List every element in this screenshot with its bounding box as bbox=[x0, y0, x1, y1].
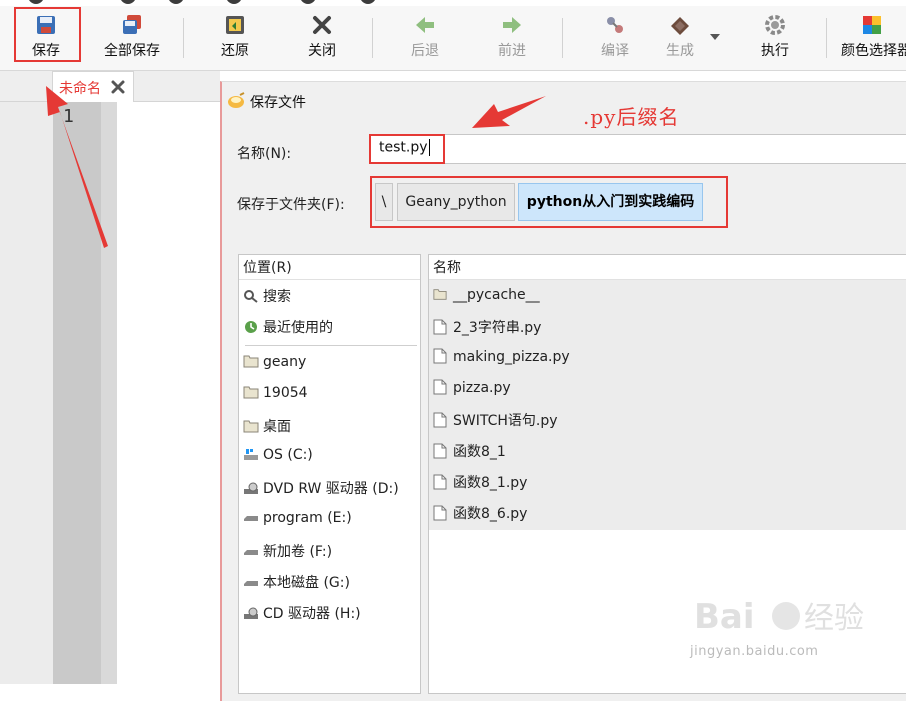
save-all-button-label: 全部保存 bbox=[104, 43, 160, 59]
file-name-label: 名称(N): bbox=[237, 146, 292, 162]
chevron-down-icon bbox=[710, 34, 720, 40]
back-button[interactable]: 后退 bbox=[394, 6, 456, 70]
toolbar-separator bbox=[826, 18, 827, 58]
save-folder-label: 保存于文件夹(F): bbox=[237, 197, 345, 213]
path-highlight-box bbox=[370, 176, 728, 228]
file-list-header-name[interactable]: 名称 bbox=[433, 257, 461, 277]
toolbar: 保存 全部保存 还原 关闭 后退 前进 编译 生成 执行 颜色选择器 bbox=[0, 6, 906, 71]
compile-button[interactable]: 编译 bbox=[584, 6, 646, 70]
file-icon bbox=[433, 443, 447, 459]
svg-text:经验: 经验 bbox=[804, 601, 864, 636]
tab-close-icon[interactable] bbox=[110, 79, 126, 95]
folder-icon bbox=[243, 355, 259, 368]
dialog-title: 保存文件 bbox=[250, 95, 306, 111]
places-header[interactable]: 位置(R) bbox=[243, 257, 292, 277]
revert-button[interactable]: 还原 bbox=[204, 6, 266, 70]
places-divider bbox=[245, 345, 417, 346]
close-button[interactable]: 关闭 bbox=[290, 6, 354, 70]
place-search[interactable]: 搜索 bbox=[243, 286, 291, 310]
save-highlight-box bbox=[14, 7, 81, 62]
folder-icon bbox=[433, 289, 447, 300]
color-palette-icon bbox=[863, 16, 881, 34]
place-19054[interactable]: 19054 bbox=[243, 385, 308, 409]
drive-icon bbox=[244, 581, 258, 586]
file-row[interactable]: pizza.py bbox=[433, 379, 511, 405]
arrow-right-icon bbox=[503, 17, 521, 33]
file-row[interactable]: 函数8_1.py bbox=[433, 472, 527, 498]
build-button[interactable]: 生成 bbox=[650, 6, 710, 70]
back-button-label: 后退 bbox=[411, 43, 439, 59]
compile-icon bbox=[607, 17, 623, 33]
file-row[interactable]: SWITCH语句.py bbox=[433, 410, 558, 436]
file-icon bbox=[433, 412, 447, 428]
windows-drive-icon bbox=[244, 449, 258, 460]
places-pane: 位置(R) 搜索 最近使用的 geany 19054 桌面 OS (C:) DV… bbox=[238, 254, 421, 694]
editor-text-area[interactable] bbox=[117, 102, 220, 684]
place-drive-h[interactable]: CD 驱动器 (H:) bbox=[243, 603, 361, 627]
file-icon bbox=[433, 505, 447, 521]
color-picker-button-label: 颜色选择器 bbox=[841, 43, 906, 59]
line-number-gutter: 1 bbox=[53, 102, 101, 684]
forward-button[interactable]: 前进 bbox=[480, 6, 544, 70]
execute-button[interactable]: 执行 bbox=[744, 6, 806, 70]
drive-icon bbox=[244, 516, 258, 521]
build-icon bbox=[671, 17, 689, 35]
line-number: 1 bbox=[63, 106, 74, 127]
drive-icon bbox=[244, 550, 258, 555]
compile-button-label: 编译 bbox=[601, 43, 629, 59]
search-icon bbox=[244, 290, 258, 303]
file-name-highlight-box bbox=[369, 134, 445, 164]
execute-button-label: 执行 bbox=[761, 43, 789, 59]
place-desktop[interactable]: 桌面 bbox=[243, 416, 291, 440]
close-button-label: 关闭 bbox=[308, 43, 336, 59]
color-picker-button[interactable]: 颜色选择器 bbox=[838, 6, 906, 70]
optical-drive-icon bbox=[244, 607, 258, 619]
editor-tab-label: 未命名 bbox=[59, 81, 101, 97]
arrow-left-icon bbox=[416, 17, 434, 33]
file-icon bbox=[433, 474, 447, 490]
file-row[interactable]: making_pizza.py bbox=[433, 348, 570, 374]
place-recent[interactable]: 最近使用的 bbox=[243, 317, 333, 341]
folder-icon bbox=[243, 386, 259, 399]
place-drive-f[interactable]: 新加卷 (F:) bbox=[243, 541, 332, 565]
annotation-text: .py后缀名 bbox=[583, 105, 680, 129]
file-icon bbox=[433, 319, 447, 335]
file-row[interactable]: 2_3字符串.py bbox=[433, 317, 541, 343]
gear-icon bbox=[765, 15, 785, 35]
close-icon bbox=[313, 16, 331, 34]
toolbar-separator bbox=[183, 18, 184, 58]
folder-icon bbox=[243, 420, 259, 433]
geany-lamp-icon bbox=[228, 92, 245, 108]
file-row[interactable]: 函数8_1 bbox=[433, 441, 506, 467]
toolbar-separator bbox=[372, 18, 373, 58]
place-drive-e[interactable]: program (E:) bbox=[243, 510, 352, 534]
file-name-input[interactable]: test.py bbox=[370, 134, 906, 164]
recent-icon bbox=[245, 321, 257, 333]
build-button-label: 生成 bbox=[666, 43, 694, 59]
revert-button-label: 还原 bbox=[221, 43, 249, 59]
fold-margin bbox=[101, 102, 117, 684]
forward-button-label: 前进 bbox=[498, 43, 526, 59]
file-icon bbox=[433, 379, 447, 395]
save-all-button[interactable]: 全部保存 bbox=[96, 6, 168, 70]
place-drive-g[interactable]: 本地磁盘 (G:) bbox=[243, 572, 350, 596]
place-drive-d[interactable]: DVD RW 驱动器 (D:) bbox=[243, 478, 399, 502]
place-drive-c[interactable]: OS (C:) bbox=[243, 447, 313, 471]
file-row[interactable]: 函数8_6.py bbox=[433, 503, 527, 529]
toolbar-separator bbox=[562, 18, 563, 58]
save-all-icon bbox=[123, 15, 141, 34]
watermark-url: jingyan.baidu.com bbox=[690, 644, 819, 659]
optical-drive-icon bbox=[244, 482, 258, 494]
editor-side-margin bbox=[0, 102, 53, 684]
editor-tab[interactable]: 未命名 bbox=[52, 71, 134, 102]
file-row[interactable]: __pycache__ bbox=[433, 286, 540, 312]
file-icon bbox=[433, 348, 447, 364]
place-geany[interactable]: geany bbox=[243, 354, 306, 378]
svg-text:Bai: Bai bbox=[694, 597, 755, 637]
revert-icon bbox=[226, 16, 244, 34]
build-dropdown-button[interactable] bbox=[708, 6, 722, 70]
